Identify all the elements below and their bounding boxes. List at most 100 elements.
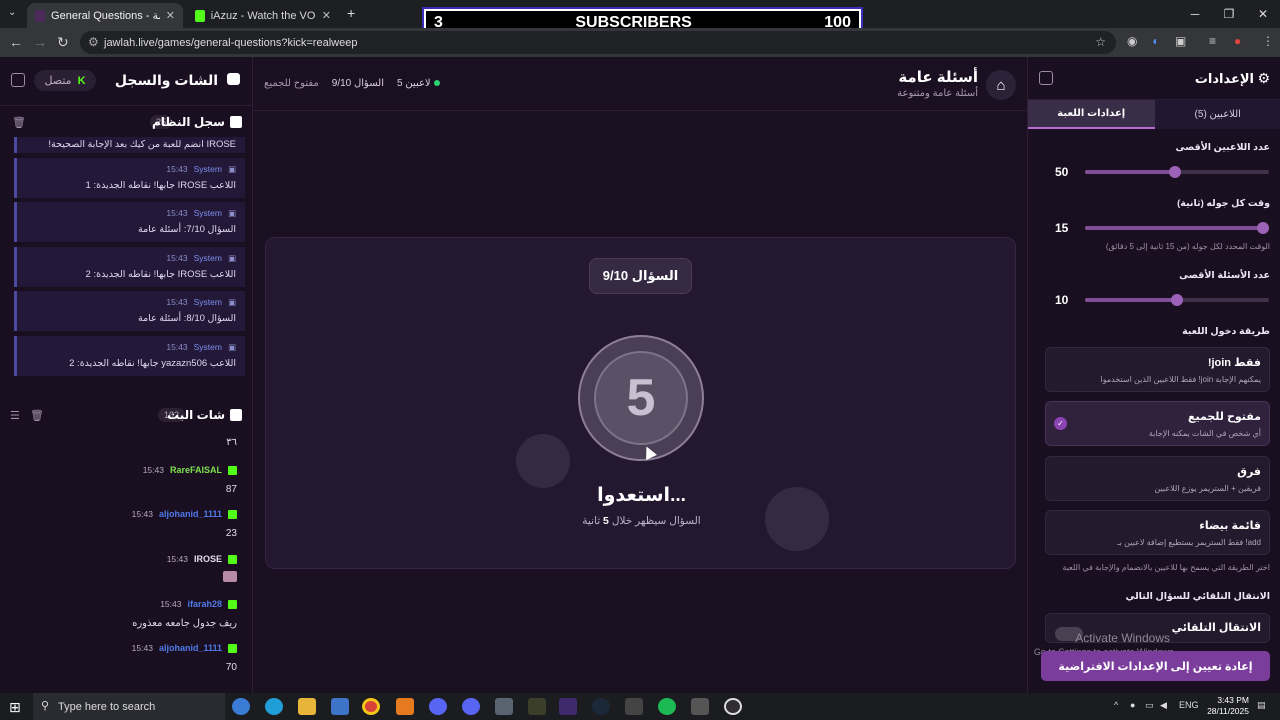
windows-taskbar: ⊞ ⚲ Type here to search ^ ● ▭ ◀ ENG 3:43… xyxy=(0,693,1280,720)
system-message: 15:43 System ▣ اللاعب IROSE جابها! نقاطه ا… xyxy=(14,246,245,287)
spotify-icon[interactable] xyxy=(658,698,676,715)
option-whitelist[interactable]: قائمة بيضاء فقط الستريمر يستطيع إضافة لا… xyxy=(1045,510,1270,555)
system-message: 15:43 System ▣ اللاعب yazazn506 جابها! نقا… xyxy=(14,335,245,376)
tab-players[interactable]: اللاعبين (5) xyxy=(1154,100,1280,129)
trash-icon[interactable]: 🗑 xyxy=(30,409,44,422)
app-icon[interactable] xyxy=(396,698,414,715)
online-dot-icon xyxy=(433,80,440,86)
collapse-panel-icon[interactable] xyxy=(1039,71,1053,85)
chat-message: 15:43 aljohanid_1111 70 xyxy=(131,643,237,673)
tab-kick-vod[interactable]: iAzuz - Watch the VOD on Kick ✕ xyxy=(187,3,339,28)
browser-menu-icon[interactable]: ⋮ xyxy=(1262,34,1274,48)
app-icon[interactable] xyxy=(495,698,513,715)
settings-content: عدد اللاعبين الأقصى 50 وقت كل جوله (ثاني… xyxy=(1028,133,1280,643)
profile-avatar[interactable]: ● xyxy=(1234,34,1241,48)
round-time-hint: الوقت المحدد لكل جوله (من 15 ثانية إلى 5… xyxy=(1105,242,1270,251)
countdown-number: 5 xyxy=(594,351,688,445)
address-bar[interactable]: ⚙ jawlah.live/games/general-questions?ki… xyxy=(80,31,1116,54)
chrome-icon[interactable] xyxy=(362,698,380,715)
notifications-icon[interactable]: ▤ xyxy=(1257,700,1266,711)
system-icon: ▣ xyxy=(227,297,236,307)
filter-icon[interactable]: ☰ xyxy=(10,409,20,422)
back-icon[interactable]: ← xyxy=(9,34,23,50)
extensions-puzzle-icon[interactable]: ▣ xyxy=(1175,34,1186,48)
slider-handle[interactable] xyxy=(1169,166,1181,178)
reload-icon[interactable]: ↻ xyxy=(57,34,69,51)
trash-icon[interactable]: 🗑 xyxy=(12,116,26,129)
network-icon[interactable]: ▭ xyxy=(1145,700,1154,711)
app-icon[interactable] xyxy=(625,698,643,715)
system-icon: ▣ xyxy=(227,208,236,218)
game-header: ⌂ أسئلة عامة أسئلة عامة ومتنوعة مفتوح لل… xyxy=(254,57,1027,111)
language-indicator[interactable]: ENG xyxy=(1179,700,1199,710)
windows-start-icon[interactable]: ⊞ xyxy=(9,699,21,716)
app-icon[interactable] xyxy=(528,698,546,715)
volume-icon[interactable]: ◀ xyxy=(1160,700,1167,711)
discord-icon[interactable] xyxy=(429,698,447,715)
reset-defaults-button[interactable]: إعادة تعيين إلى الإعدادات الافتراضية xyxy=(1041,651,1270,681)
log-icon xyxy=(230,116,242,128)
discord-icon[interactable] xyxy=(462,698,480,715)
slider-handle[interactable] xyxy=(1171,294,1183,306)
system-message: 15:43 System ▣ السؤال 7/10: أسئلة عامة xyxy=(14,202,245,242)
app-icon[interactable] xyxy=(691,698,709,715)
chat-bubble-icon xyxy=(230,409,242,421)
new-tab-icon[interactable]: + xyxy=(347,5,355,21)
microphone-icon[interactable]: ● xyxy=(1130,700,1135,710)
system-message: 15:43 System ▣ السؤال 8/10: أسئلة عامة xyxy=(14,291,245,331)
kick-favicon xyxy=(195,9,205,22)
taskbar-clock[interactable]: 3:43 PM 28/11/2025 xyxy=(1207,695,1249,717)
auto-advance-label: الانتقال التلقائي للسؤال التالي xyxy=(1125,591,1270,602)
jawlah-favicon xyxy=(35,9,46,22)
file-explorer-icon[interactable] xyxy=(298,698,316,715)
close-window-icon[interactable]: ✕ xyxy=(1246,0,1280,28)
tab-game-settings[interactable]: إعدادات اللعبة xyxy=(1028,100,1155,129)
media-control-icon[interactable]: ≡ xyxy=(1209,34,1216,48)
option-join-only[interactable]: !join فقط فقط اللاعبين الذين استخدموا !j… xyxy=(1045,347,1270,392)
system-log-header: 🗑 25 سجل النظام xyxy=(0,107,253,137)
max-players-slider[interactable] xyxy=(1085,166,1269,178)
copilot-icon[interactable] xyxy=(232,698,250,715)
collapse-panel-icon[interactable] xyxy=(11,73,25,87)
chat-message: 15:43 ifarah28 ريف جدول جامعه معذوره xyxy=(132,599,237,629)
extension-icon[interactable]: ◉ xyxy=(1127,34,1137,48)
system-log-title: سجل النظام xyxy=(151,115,225,129)
max-questions-slider[interactable] xyxy=(1085,294,1269,306)
system-message: 15:43 System ▣ اللاعب IROSE جابها! نقاطه ا… xyxy=(14,157,245,198)
connection-status-badge: متصل K xyxy=(34,70,96,91)
site-info-icon[interactable]: ⚙ xyxy=(88,35,99,49)
window-controls: ─ ❐ ✕ xyxy=(1178,0,1280,28)
bookmark-star-icon[interactable]: ☆ xyxy=(1095,35,1106,49)
obs-icon[interactable] xyxy=(724,698,742,715)
kick-icon xyxy=(228,554,237,564)
system-icon: ▣ xyxy=(227,252,236,263)
round-time-slider[interactable] xyxy=(1085,222,1269,234)
home-button[interactable]: ⌂ xyxy=(986,70,1016,100)
slider-handle[interactable] xyxy=(1257,222,1269,234)
edge-icon[interactable] xyxy=(265,698,283,715)
tab-list-icon[interactable]: ⌄ xyxy=(8,7,16,18)
tray-overflow-icon[interactable]: ^ xyxy=(1114,700,1118,710)
taskbar-search[interactable]: ⚲ Type here to search xyxy=(33,693,225,720)
forward-icon[interactable]: → xyxy=(33,34,47,50)
browser-toolbar: ← → ↻ ⚙ jawlah.live/games/general-questi… xyxy=(0,28,1280,57)
max-questions-value: 10 xyxy=(1055,293,1069,307)
game-stats: مفتوح للجميع السؤال 9/10 5 لاعبين xyxy=(264,78,440,89)
chat-panel-title: الشات والسجل xyxy=(114,72,218,88)
app-icon[interactable] xyxy=(559,698,577,715)
close-tab-icon[interactable]: ✕ xyxy=(322,9,331,22)
store-icon[interactable] xyxy=(331,698,349,715)
minimize-icon[interactable]: ─ xyxy=(1178,0,1212,28)
kick-icon xyxy=(228,465,237,475)
extension-icon[interactable]: ◖ xyxy=(1151,34,1158,48)
max-players-value: 50 xyxy=(1055,165,1069,179)
system-icon: ▣ xyxy=(227,163,236,174)
kick-icon: K xyxy=(77,74,86,87)
chat-message: 15:43 IROSE xyxy=(17,554,237,585)
close-tab-icon[interactable]: ✕ xyxy=(166,9,175,22)
tab-general-questions[interactable]: General Questions - أسئلة عامة ✕ xyxy=(27,3,183,28)
option-teams[interactable]: فرق فريقين + الستريمر يوزع اللاعبين xyxy=(1045,456,1270,501)
steam-icon[interactable] xyxy=(592,698,610,715)
option-open-to-all[interactable]: ✓ مفتوح للجميع أي شخص في الشات يمكنه الإ… xyxy=(1045,401,1270,446)
maximize-icon[interactable]: ❐ xyxy=(1212,0,1246,28)
